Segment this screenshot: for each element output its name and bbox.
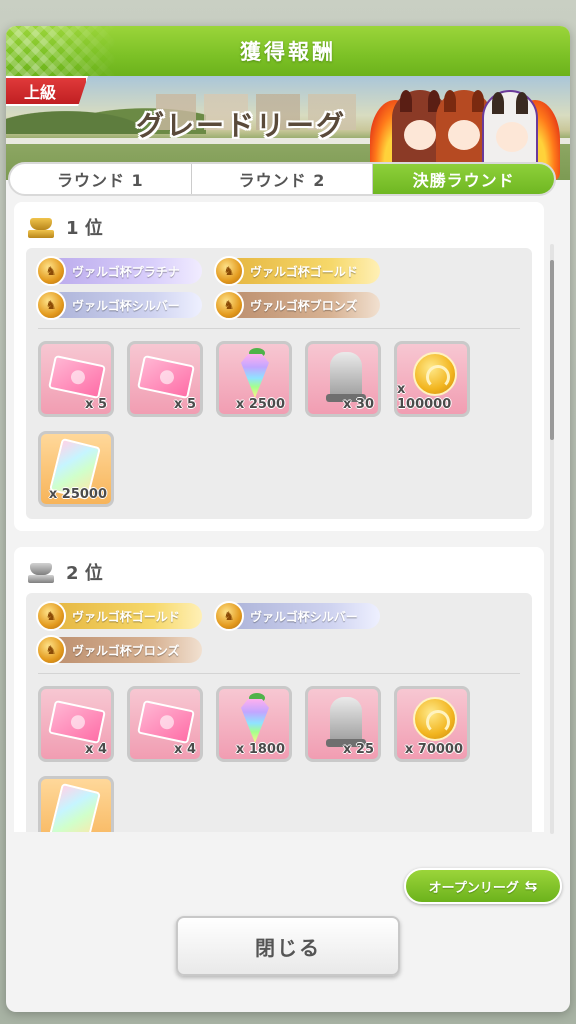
cup-title-label: ヴァルゴ杯シルバー: [72, 298, 180, 313]
item-quantity: x 100000: [397, 382, 452, 412]
gold-trophy-icon: [26, 216, 56, 238]
horse-statue-icon: [330, 352, 362, 400]
league-title: グレードリーグ: [136, 109, 347, 142]
silver-trophy-icon: [26, 561, 56, 583]
item-quantity: x 25000: [48, 487, 107, 502]
reward-items: x 4 x 4 x 1800 x 25 x 70000: [38, 686, 520, 832]
ticket-icon: [137, 699, 195, 745]
cup-title-label: ヴァルゴ杯シルバー: [250, 609, 358, 624]
medal-icon: ♞: [36, 635, 66, 665]
item-quantity: x 4: [174, 742, 196, 757]
cup-title-gold[interactable]: ♞ ヴァルゴ杯ゴールド: [36, 601, 202, 631]
rewards-list[interactable]: 1 位 ♞ ヴァルゴ杯プラチナ ♞ ヴァルゴ杯ゴールド ♞ ヴァルゴ杯シルバー …: [14, 202, 544, 832]
scrollbar-thumb[interactable]: [550, 260, 554, 440]
medal-icon: ♞: [214, 256, 244, 286]
reward-item[interactable]: x 1800: [216, 686, 292, 762]
carrot-crystal-icon: [241, 354, 269, 398]
reward-item[interactable]: x 5: [38, 341, 114, 417]
item-quantity: x 2500: [235, 397, 285, 412]
grade-badge: 上級: [6, 76, 88, 106]
reward-item[interactable]: x 100000: [394, 341, 470, 417]
item-quantity: x 5: [85, 397, 107, 412]
item-quantity: x 70000: [404, 742, 463, 757]
ticket-icon: [137, 354, 195, 400]
rank-card-2: 2 位 ♞ ヴァルゴ杯ゴールド ♞ ヴァルゴ杯シルバー ♞ ヴァルゴ杯ブロンズ: [14, 547, 544, 832]
cup-title-label: ヴァルゴ杯ゴールド: [72, 609, 180, 624]
cup-title-bronze[interactable]: ♞ ヴァルゴ杯ブロンズ: [214, 290, 380, 320]
item-quantity: x 30: [342, 397, 374, 412]
close-button[interactable]: 閉じる: [176, 916, 400, 976]
ticket-icon: [48, 699, 106, 745]
cup-titles: ♞ ヴァルゴ杯プラチナ ♞ ヴァルゴ杯ゴールド ♞ ヴァルゴ杯シルバー ♞ ヴァ…: [36, 256, 520, 329]
reward-item[interactable]: x 4: [38, 686, 114, 762]
tab-round-1[interactable]: ラウンド 1: [10, 164, 192, 194]
medal-icon: ♞: [36, 601, 66, 631]
cup-title-label: ヴァルゴ杯ブロンズ: [250, 298, 358, 313]
medal-icon: ♞: [214, 601, 244, 631]
cup-title-label: ヴァルゴ杯ブロンズ: [72, 643, 180, 658]
cup-title-platinum[interactable]: ♞ ヴァルゴ杯プラチナ: [36, 256, 202, 286]
rank-rewards: ♞ ヴァルゴ杯プラチナ ♞ ヴァルゴ杯ゴールド ♞ ヴァルゴ杯シルバー ♞ ヴァ…: [26, 248, 532, 519]
rank-header: 2 位: [26, 557, 532, 587]
rank-label: 2 位: [66, 563, 103, 584]
reward-item[interactable]: x 30: [305, 341, 381, 417]
reward-item[interactable]: x 25000: [38, 431, 114, 507]
cup-title-gold[interactable]: ♞ ヴァルゴ杯ゴールド: [214, 256, 380, 286]
medal-icon: ♞: [214, 290, 244, 320]
reward-items: x 5 x 5 x 2500 x 30 x 100000 x 25000: [38, 341, 520, 507]
reward-item[interactable]: x 2500: [216, 341, 292, 417]
item-quantity: x 5: [174, 397, 196, 412]
reward-item[interactable]: x 4: [127, 686, 203, 762]
reward-item[interactable]: x 70000: [394, 686, 470, 762]
cup-titles: ♞ ヴァルゴ杯ゴールド ♞ ヴァルゴ杯シルバー ♞ ヴァルゴ杯ブロンズ: [36, 601, 520, 674]
horse-statue-icon: [330, 697, 362, 745]
round-tabs: ラウンド 1 ラウンド 2 決勝ラウンド: [8, 162, 556, 196]
rank-header: 1 位: [26, 212, 532, 242]
cup-title-silver[interactable]: ♞ ヴァルゴ杯シルバー: [214, 601, 380, 631]
ticket-icon: [48, 354, 106, 400]
reward-item[interactable]: x 5: [127, 341, 203, 417]
modal-title: 獲得報酬: [240, 40, 336, 64]
cup-title-label: ヴァルゴ杯プラチナ: [72, 264, 180, 279]
cup-title-label: ヴァルゴ杯ゴールド: [250, 264, 358, 279]
swap-icon: ⇆: [524, 877, 538, 895]
item-quantity: x 4: [85, 742, 107, 757]
reward-item[interactable]: x 25: [305, 686, 381, 762]
rank-rewards: ♞ ヴァルゴ杯ゴールド ♞ ヴァルゴ杯シルバー ♞ ヴァルゴ杯ブロンズ x 4: [26, 593, 532, 832]
cup-title-silver[interactable]: ♞ ヴァルゴ杯シルバー: [36, 290, 202, 320]
medal-icon: ♞: [36, 256, 66, 286]
item-quantity: x 1800: [235, 742, 285, 757]
cup-title-bronze[interactable]: ♞ ヴァルゴ杯ブロンズ: [36, 635, 202, 665]
rank-label: 1 位: [66, 218, 103, 239]
coin-icon: [413, 697, 457, 741]
tab-final-round[interactable]: 決勝ラウンド: [373, 164, 554, 194]
open-league-button[interactable]: オープンリーグ ⇆: [404, 868, 562, 904]
reward-item[interactable]: [38, 776, 114, 832]
carrot-crystal-icon: [241, 699, 269, 743]
rank-card-1: 1 位 ♞ ヴァルゴ杯プラチナ ♞ ヴァルゴ杯ゴールド ♞ ヴァルゴ杯シルバー …: [14, 202, 544, 531]
tab-round-2[interactable]: ラウンド 2: [192, 164, 374, 194]
medal-icon: ♞: [36, 290, 66, 320]
open-league-label: オープンリーグ: [428, 880, 519, 896]
rainbow-card-icon: [49, 782, 101, 832]
item-quantity: x 25: [342, 742, 374, 757]
scrollbar[interactable]: [550, 244, 554, 834]
modal-header: 獲得報酬: [6, 26, 570, 76]
